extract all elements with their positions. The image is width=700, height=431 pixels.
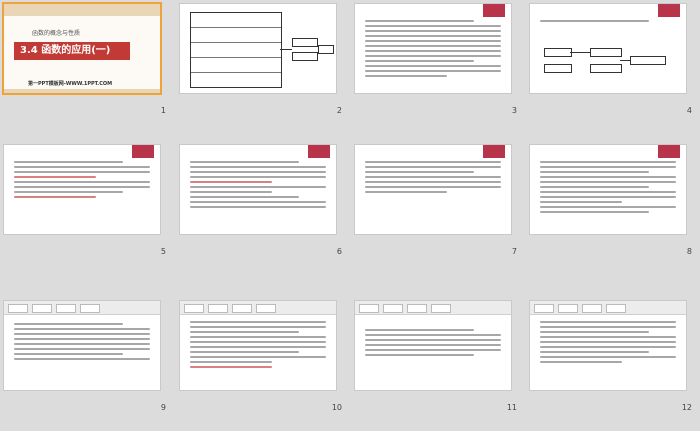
section-tag bbox=[483, 4, 505, 17]
slide-thumbnail-4[interactable] bbox=[530, 4, 686, 93]
slide-thumbnail-10[interactable] bbox=[180, 301, 336, 390]
slide-thumbnail-12[interactable] bbox=[530, 301, 686, 390]
flow-box bbox=[292, 38, 318, 47]
slide-thumbnail-7[interactable] bbox=[355, 145, 511, 234]
text-lines bbox=[365, 329, 501, 359]
section-tag bbox=[658, 4, 680, 17]
slide-number-7: 7 bbox=[511, 247, 517, 256]
slide-footer: 第一PPT模板网-WWW.1PPT.COM bbox=[28, 81, 113, 87]
title-stripe-bottom bbox=[4, 89, 160, 93]
flow-box bbox=[544, 48, 572, 57]
slide-thumbnail-3[interactable] bbox=[355, 4, 511, 93]
text-lines bbox=[540, 20, 676, 25]
slide-thumbnail-9[interactable] bbox=[4, 301, 160, 390]
slide-thumbnail-8[interactable] bbox=[530, 145, 686, 234]
text-lines bbox=[190, 321, 326, 371]
slide-number-11: 11 bbox=[506, 403, 517, 412]
section-tag bbox=[308, 145, 330, 158]
flow-box bbox=[318, 45, 334, 54]
flow-box bbox=[590, 48, 622, 57]
slide-thumbnail-11[interactable] bbox=[355, 301, 511, 390]
slide-title-band: 3.4 函数的应用(一) bbox=[14, 42, 130, 60]
slide-number-1: 1 bbox=[160, 106, 166, 115]
slide-subtitle: 函数的概念与性质 bbox=[32, 30, 81, 37]
slide-number-5: 5 bbox=[160, 247, 166, 256]
slide-nav-bar bbox=[180, 301, 336, 315]
text-lines bbox=[540, 321, 676, 366]
flow-box bbox=[590, 64, 622, 73]
section-tag bbox=[483, 145, 505, 158]
slide-number-9: 9 bbox=[160, 403, 166, 412]
text-lines bbox=[365, 161, 501, 196]
text-lines bbox=[14, 161, 150, 201]
text-lines bbox=[365, 20, 501, 80]
slide-thumbnail-5[interactable] bbox=[4, 145, 160, 234]
slide-number-3: 3 bbox=[511, 106, 517, 115]
slide-thumbnail-1[interactable]: 函数的概念与性质 3.4 函数的应用(一) 第一PPT模板网-WWW.1PPT.… bbox=[4, 4, 160, 93]
title-stripe bbox=[4, 4, 160, 16]
slide-number-6: 6 bbox=[336, 247, 342, 256]
section-tag bbox=[132, 145, 154, 158]
slide-nav-bar bbox=[355, 301, 511, 315]
text-lines bbox=[14, 323, 150, 363]
slide-nav-bar bbox=[530, 301, 686, 315]
slide-number-12: 12 bbox=[681, 403, 692, 412]
outline-table bbox=[190, 12, 282, 88]
flow-box bbox=[630, 56, 666, 65]
text-lines bbox=[540, 161, 676, 216]
text-lines bbox=[190, 161, 326, 211]
slide-number-4: 4 bbox=[686, 106, 692, 115]
flow-box bbox=[292, 52, 318, 61]
slide-number-2: 2 bbox=[336, 106, 342, 115]
flow-box bbox=[544, 64, 572, 73]
section-tag bbox=[658, 145, 680, 158]
slide-thumbnail-6[interactable] bbox=[180, 145, 336, 234]
slide-nav-bar bbox=[4, 301, 160, 315]
slide-thumbnail-2[interactable] bbox=[180, 4, 336, 93]
slide-number-8: 8 bbox=[686, 247, 692, 256]
slide-number-10: 10 bbox=[331, 403, 342, 412]
